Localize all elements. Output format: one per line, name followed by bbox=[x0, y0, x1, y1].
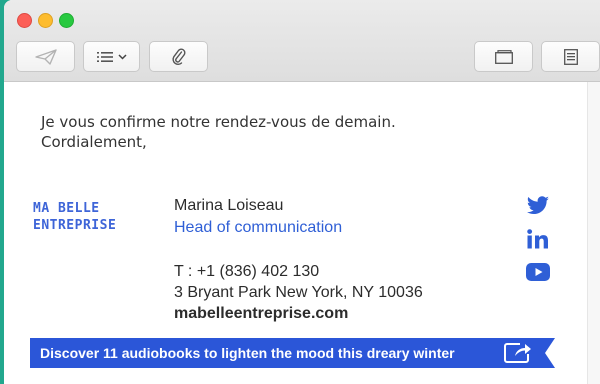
attach-file-button[interactable] bbox=[149, 41, 208, 72]
logo-line: ENTREPRISE bbox=[33, 218, 117, 233]
body-line: Cordialement, bbox=[41, 133, 147, 151]
body-line: Je vous confirme notre rendez-vous de de… bbox=[41, 113, 396, 131]
list-format-icon bbox=[96, 51, 115, 63]
window-icon bbox=[494, 49, 513, 64]
external-link-icon bbox=[504, 342, 532, 368]
banner-text: Discover 11 audiobooks to lighten the mo… bbox=[40, 345, 455, 361]
signature-phone: T : +1 (836) 402 130 bbox=[174, 263, 320, 280]
window-view-button[interactable] bbox=[474, 41, 533, 72]
chevron-down-icon bbox=[117, 53, 127, 60]
company-logo: MA BELLE ENTREPRISE bbox=[33, 200, 116, 234]
signature-name: Marina Loiseau bbox=[174, 197, 284, 214]
document-icon bbox=[563, 48, 578, 65]
signature-role: Head of communication bbox=[174, 219, 343, 236]
format-list-button[interactable] bbox=[83, 41, 140, 72]
paperclip-icon bbox=[171, 48, 186, 66]
scrollbar[interactable] bbox=[587, 82, 600, 384]
message-body[interactable]: Je vous confirme notre rendez-vous de de… bbox=[41, 112, 396, 152]
zoom-window-button[interactable] bbox=[59, 13, 74, 28]
close-window-button[interactable] bbox=[17, 13, 32, 28]
minimize-window-button[interactable] bbox=[38, 13, 53, 28]
document-view-button[interactable] bbox=[541, 41, 600, 72]
signature-address: 3 Bryant Park New York, NY 10036 bbox=[174, 284, 423, 301]
logo-line: MA BELLE bbox=[33, 201, 100, 216]
linkedin-icon[interactable] bbox=[525, 228, 551, 250]
twitter-icon[interactable] bbox=[525, 195, 551, 217]
send-button[interactable] bbox=[16, 41, 75, 72]
window-toolbar bbox=[4, 0, 600, 82]
promo-banner-link[interactable]: Discover 11 audiobooks to lighten the mo… bbox=[30, 338, 555, 368]
mail-compose-window: Je vous confirme notre rendez-vous de de… bbox=[4, 0, 600, 384]
signature-website-link[interactable]: mabelleentreprise.com bbox=[174, 304, 348, 324]
youtube-icon[interactable] bbox=[525, 261, 551, 283]
send-icon bbox=[34, 48, 57, 65]
